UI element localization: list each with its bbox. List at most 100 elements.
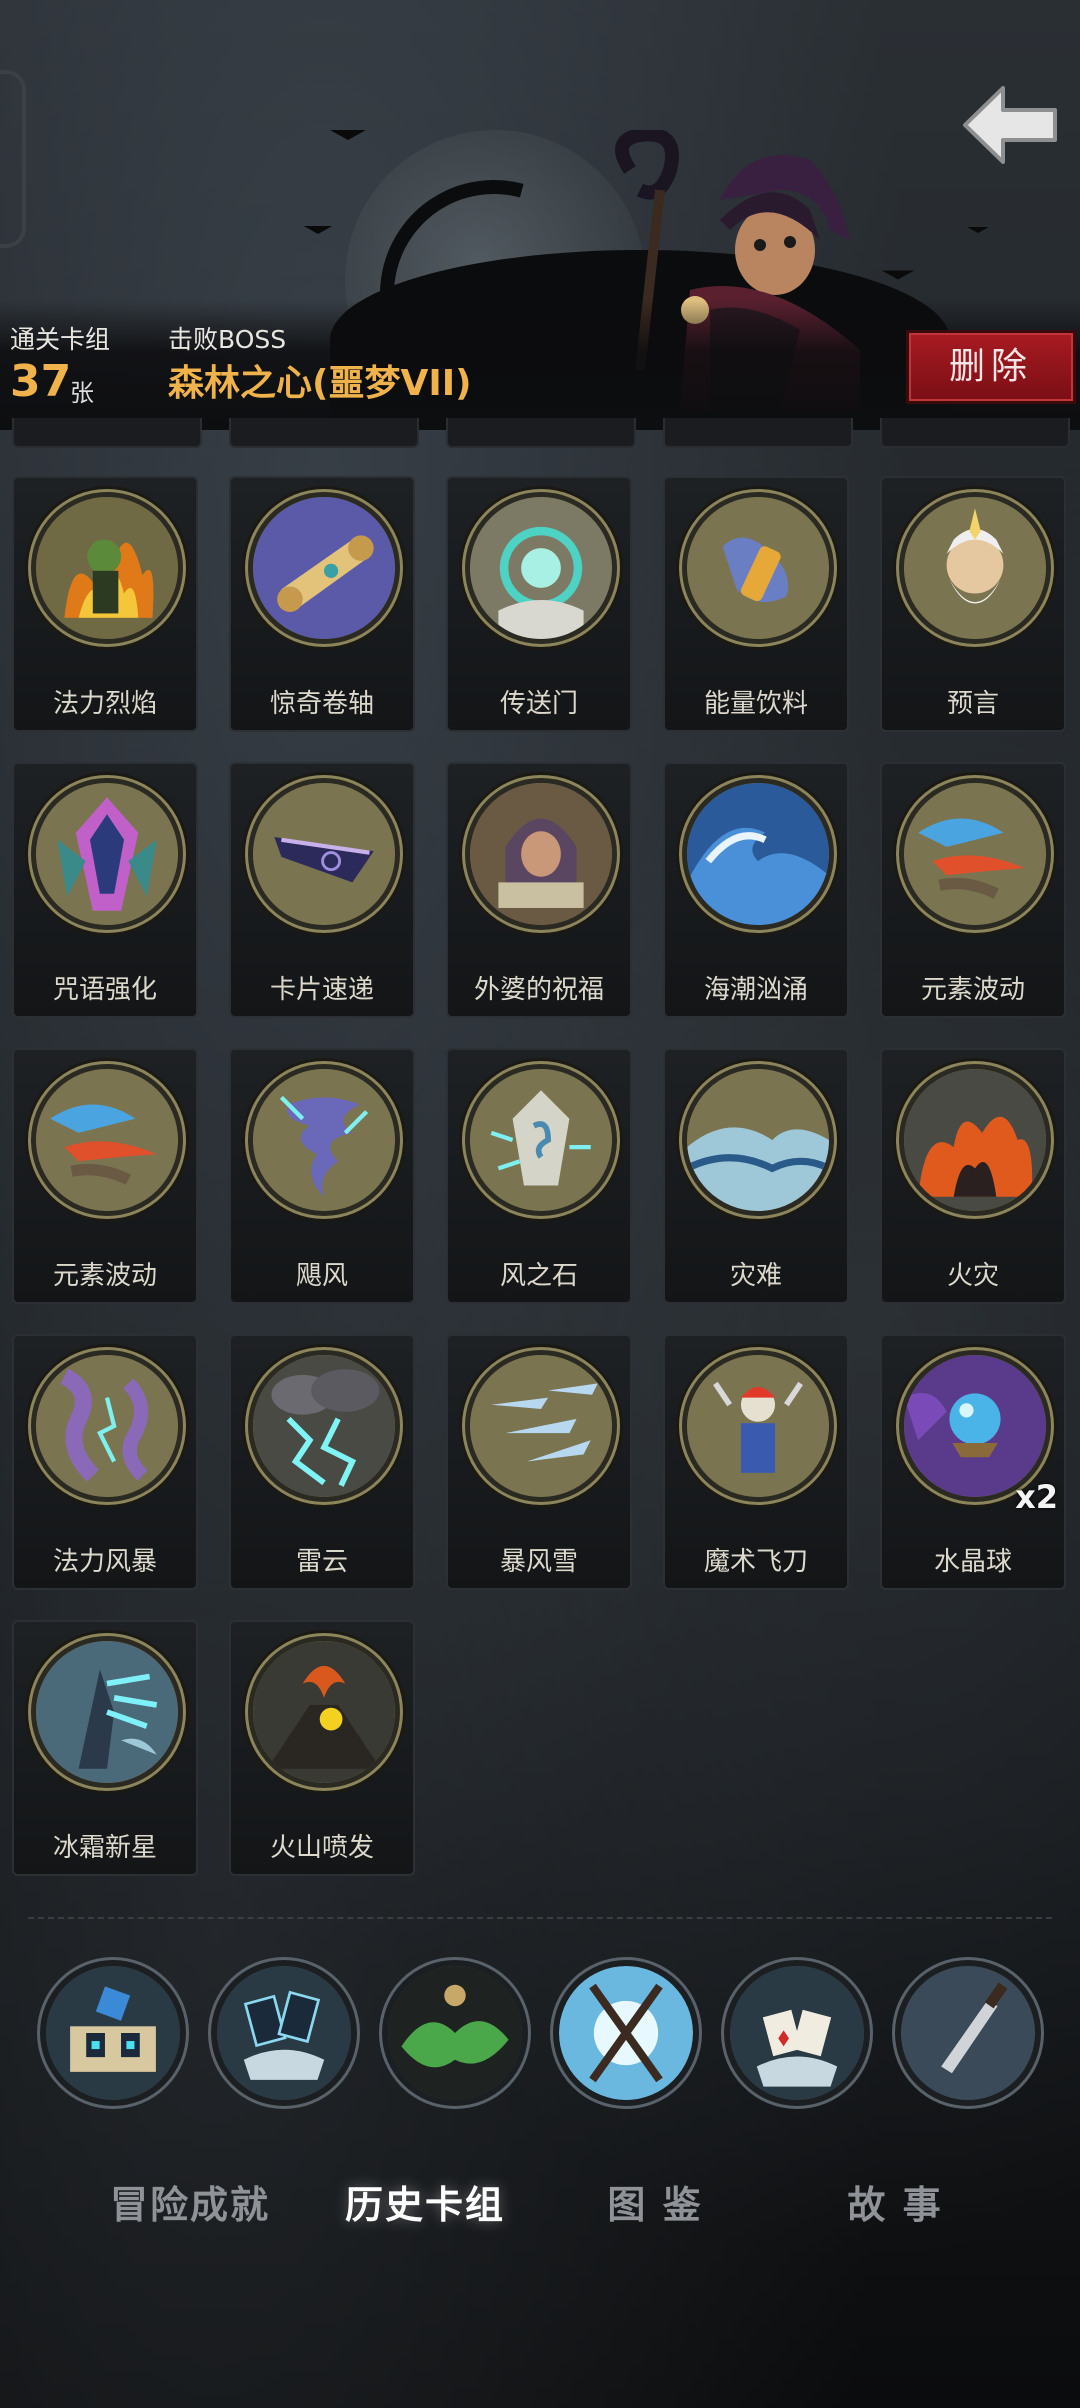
card-name: 咒语强化 [52,975,157,1005]
scroll-icon [253,497,395,639]
deck-card[interactable]: 风之石 [446,1048,632,1304]
bat-icon [330,130,366,140]
card-art [31,1350,183,1502]
deck-card[interactable]: 预言 [880,476,1066,732]
relic-slot[interactable] [553,1960,699,2106]
deck-card[interactable]: 雷云 [229,1334,415,1590]
card-delivery-icon [253,783,395,925]
header-banner: 通关卡组 击败BOSS 37 张 森林之心(噩梦VII) 删除 [0,0,1080,450]
card-art [248,1064,400,1216]
card-art [248,1636,400,1788]
blizzard-icon [470,1355,612,1497]
card-art [682,492,834,644]
card-art [682,1064,834,1216]
deck-card[interactable]: 外婆的祝福 [446,762,632,1018]
relic-slot[interactable] [40,1960,186,2106]
deck-card[interactable]: 能量饮料 [663,476,849,732]
card-partial[interactable] [12,418,202,448]
volcano-icon [253,1641,395,1783]
relic-slot[interactable] [895,1960,1041,2106]
cleared-deck-label: 通关卡组 [10,325,111,354]
deck-card[interactable]: 火山喷发 [229,1620,415,1876]
card-name: 法力风暴 [52,1547,157,1577]
card-name: 预言 [946,689,999,719]
back-arrow-icon [963,86,1057,164]
relic-slot[interactable] [211,1960,357,2106]
deck-card[interactable]: 传送门 [446,476,632,732]
hurricane-icon [253,1069,395,1211]
deck-card[interactable]: 法力烈焰 [12,476,198,732]
card-art [31,492,183,644]
card-art [682,778,834,930]
card-art [465,1064,617,1216]
portal-icon [470,497,612,639]
deck-card[interactable]: 暴风雪 [446,1334,632,1590]
wind-stone-icon [470,1069,612,1211]
card-name: 飓风 [295,1261,348,1291]
elemental-wave-icon [904,783,1046,925]
playing-cards-relic-icon [730,1966,864,2100]
card-name: 传送门 [499,689,578,719]
deck-card[interactable]: 冰霜新星 [12,1620,198,1876]
boss-defeated-label: 击败BOSS [168,325,287,354]
cleared-card-count: 37 [10,356,72,407]
card-name: 魔术飞刀 [703,1547,808,1577]
card-name: 灾难 [729,1261,782,1291]
card-name: 暴风雪 [499,1547,578,1577]
disaster-icon [687,1069,829,1211]
deck-card[interactable]: 魔术飞刀 [663,1334,849,1590]
deck-card[interactable]: 惊奇卷轴 [229,476,415,732]
card-art [682,1350,834,1502]
card-name: 法力烈焰 [52,689,157,719]
card-name: 雷云 [295,1547,348,1577]
card-name: 元素波动 [920,975,1025,1005]
deck-card[interactable]: 咒语强化 [12,762,198,1018]
relic-slot[interactable] [724,1960,870,2106]
bottom-tab-bar: 冒险成就 历史卡组图 鉴 故 事 [0,2170,1080,2240]
deck-card[interactable]: 水晶球 x2 [880,1334,1066,1590]
deck-card[interactable]: 飓风 [229,1048,415,1304]
tab-story[interactable]: 故 事 [830,2170,960,2240]
card-art [248,1350,400,1502]
card-partial[interactable] [446,418,636,448]
bat-icon [303,226,333,234]
deck-card[interactable]: 卡片速递 [229,762,415,1018]
relic-slot[interactable] [382,1960,528,2106]
crystal-ball-icon [904,1355,1046,1497]
back-button[interactable] [955,80,1065,170]
side-frame [0,70,26,248]
deck-card[interactable]: 海潮汹涌 [663,762,849,1018]
green-spirit-relic-icon [388,1966,522,2100]
card-name: 冰霜新星 [52,1833,157,1863]
card-art [31,1064,183,1216]
card-partial[interactable] [663,418,853,448]
card-art [899,1064,1051,1216]
card-art [31,1636,183,1788]
tab-achievements[interactable]: 冒险成就 [100,2170,280,2240]
card-art [248,778,400,930]
tab-codex[interactable]: 图 鉴 [590,2170,720,2240]
deck-card[interactable]: 元素波动 [880,762,1066,1018]
deck-card[interactable]: 元素波动 [12,1048,198,1304]
relic-row [0,1960,1080,2106]
spellbook-relic-icon [46,1966,180,2100]
mana-storm-icon [36,1355,178,1497]
card-partial[interactable] [229,418,419,448]
deck-card[interactable]: 灾难 [663,1048,849,1304]
card-name: 火山喷发 [269,1833,374,1863]
card-name: 卡片速递 [269,975,374,1005]
previous-card-row-partial [0,418,1080,448]
deck-card[interactable]: 火灾 [880,1048,1066,1304]
deck-card[interactable]: 法力风暴 [12,1334,198,1590]
card-art [248,492,400,644]
delete-button[interactable]: 删除 [906,330,1076,404]
card-art [465,492,617,644]
tab-history-deck[interactable]: 历史卡组 [330,2170,520,2240]
spell-boost-icon [36,783,178,925]
card-count-badge: x2 [1015,1478,1058,1516]
card-partial[interactable] [880,418,1070,448]
card-name: 火灾 [946,1261,999,1291]
grandma-blessing-icon [470,783,612,925]
card-art [899,778,1051,930]
boss-name: 森林之心(噩梦VII) [168,363,472,404]
